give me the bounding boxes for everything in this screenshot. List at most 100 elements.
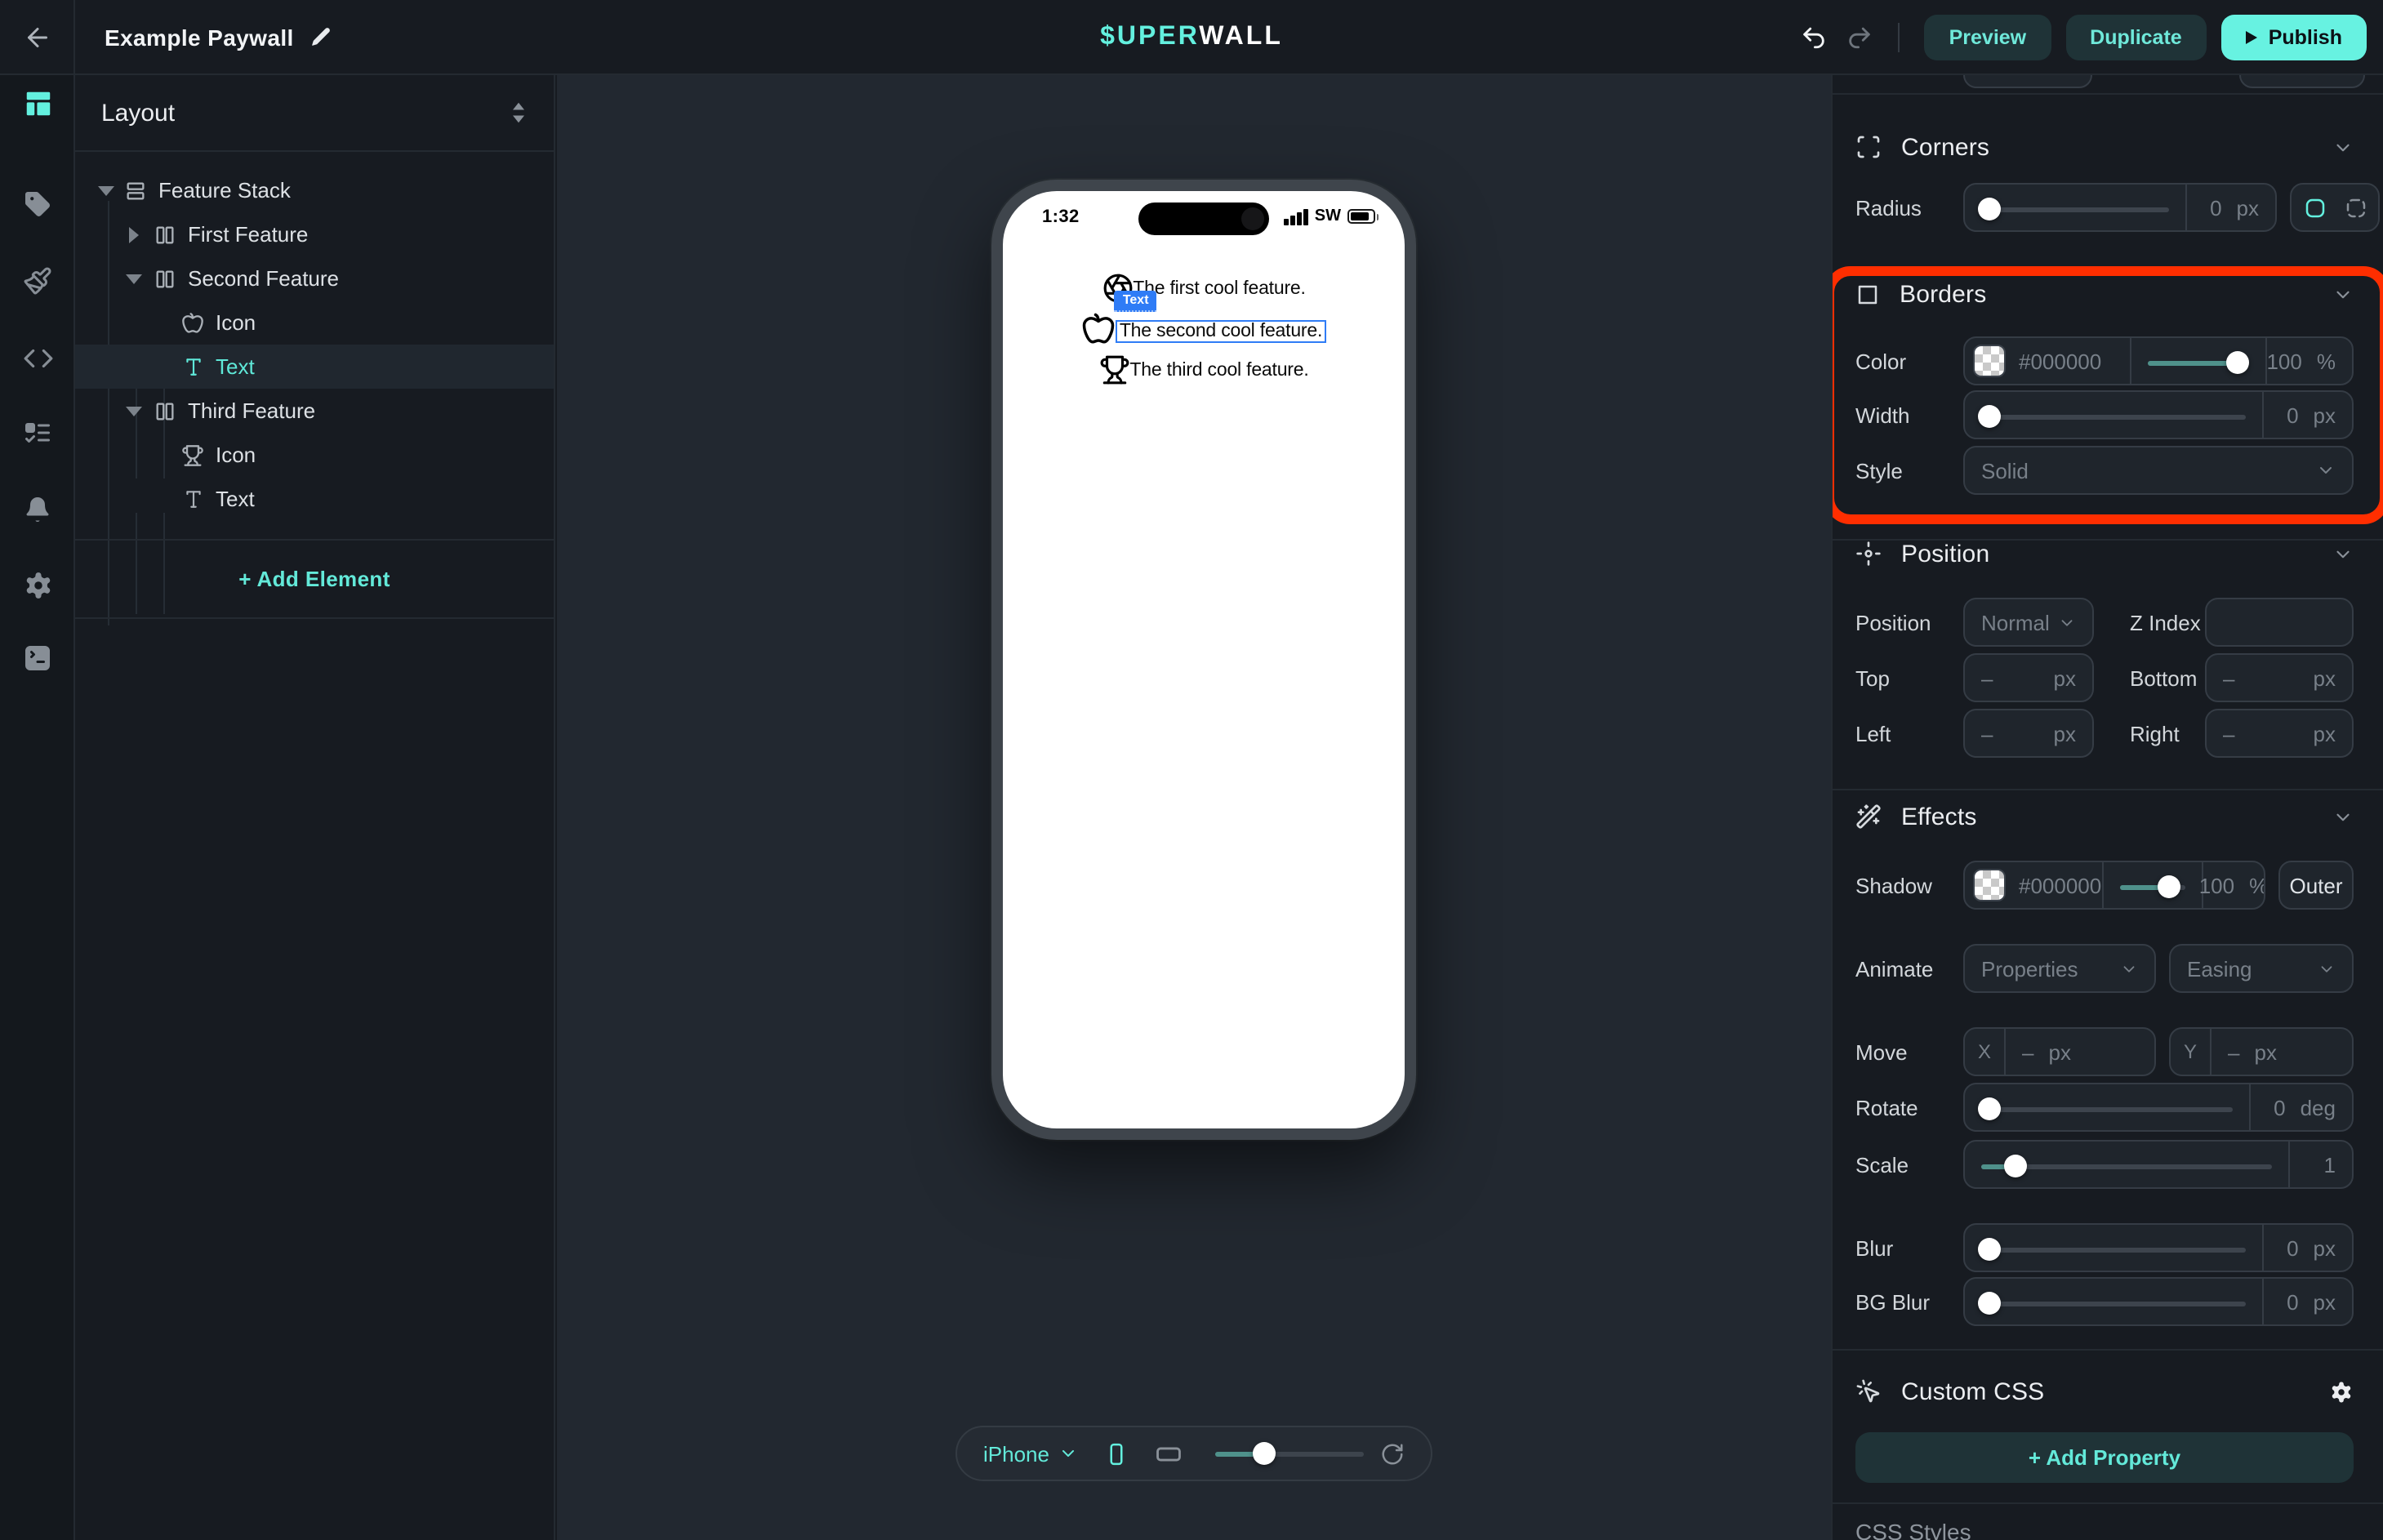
paywall-screen[interactable]: 1:32 SW The first c	[1003, 191, 1405, 1128]
shadow-mode-button[interactable]: Outer	[2278, 861, 2354, 910]
rotate-input[interactable]: 0 deg	[1963, 1083, 2354, 1132]
top-input[interactable]: – px	[1963, 653, 2094, 702]
bg-blur-input[interactable]: 0 px	[1963, 1277, 2354, 1326]
bg-blur-slider-thumb[interactable]	[1978, 1292, 2001, 1315]
tree-row-first-feature[interactable]: First Feature	[75, 212, 554, 256]
bg-blur-slider[interactable]	[1965, 1279, 2262, 1324]
tree-row-feature-stack[interactable]: Feature Stack	[75, 168, 554, 212]
caret-down-icon[interactable]	[126, 406, 142, 416]
animate-properties-select[interactable]: Properties	[1963, 944, 2156, 993]
blur-slider[interactable]	[1965, 1225, 2262, 1271]
superwall-logo: $UPERWALL	[1100, 22, 1283, 51]
individual-corners-icon[interactable]	[2343, 195, 2367, 220]
publish-button[interactable]: Publish	[2221, 14, 2367, 60]
sidebar-item-settings[interactable]	[0, 560, 75, 609]
feature-row-2[interactable]: Text The second cool feature.	[1082, 312, 1325, 346]
tree-row-icon-apple[interactable]: Icon	[75, 300, 554, 345]
sidebar-item-products[interactable]	[0, 180, 75, 229]
left-input[interactable]: – px	[1963, 709, 2094, 758]
sidebar-item-layout[interactable]	[0, 78, 75, 127]
duplicate-button[interactable]: Duplicate	[2065, 14, 2207, 60]
clipped-input	[1963, 75, 2092, 88]
sidebar-item-console[interactable]	[0, 634, 75, 683]
borders-section-header[interactable]: Borders	[1855, 273, 2354, 315]
border-width-slider[interactable]	[1965, 392, 2262, 438]
magic-wand-icon	[1855, 803, 1882, 830]
sidebar-item-theme[interactable]	[0, 256, 75, 305]
border-style-select[interactable]: Solid	[1963, 446, 2354, 495]
custom-css-section-header[interactable]: Custom CSS	[1855, 1370, 2354, 1413]
scale-slider[interactable]	[1965, 1142, 2288, 1187]
all-corners-icon[interactable]	[2302, 195, 2327, 220]
opacity-slider-thumb[interactable]	[2157, 875, 2180, 898]
status-right: SW	[1285, 207, 1375, 225]
tree-row-third-feature[interactable]: Third Feature	[75, 389, 554, 433]
chevron-down-icon[interactable]	[2332, 806, 2354, 827]
move-x-input[interactable]: X – px	[1963, 1027, 2156, 1076]
caret-down-icon[interactable]	[98, 185, 114, 195]
gear-icon	[22, 569, 53, 600]
width-slider-thumb[interactable]	[1978, 405, 2001, 428]
edit-title-icon[interactable]	[310, 26, 332, 47]
border-width-input[interactable]: 0 px	[1963, 390, 2354, 439]
device-toolbar: iPhone	[955, 1426, 1432, 1481]
zoom-slider[interactable]	[1216, 1442, 1364, 1465]
landscape-orientation-button[interactable]	[1156, 1440, 1183, 1467]
bottom-input[interactable]: – px	[2205, 653, 2354, 702]
blur-row: Blur 0 px	[1855, 1223, 2354, 1272]
shadow-color-input[interactable]: #000000 100 %	[1963, 861, 2265, 910]
position-section-header[interactable]: Position	[1855, 532, 2354, 575]
shadow-opacity-slider[interactable]	[2103, 862, 2201, 908]
chevron-down-icon[interactable]	[2332, 136, 2354, 158]
tree-row-icon-trophy[interactable]: Icon	[75, 433, 554, 477]
opacity-slider-thumb[interactable]	[2226, 351, 2249, 374]
zoom-slider-thumb[interactable]	[1254, 1442, 1276, 1465]
radius-slider-thumb[interactable]	[1978, 198, 2001, 220]
color-swatch[interactable]	[1973, 345, 2006, 377]
caret-down-icon[interactable]	[126, 274, 142, 283]
redo-button[interactable]	[1846, 23, 1874, 51]
sort-arrows-icon[interactable]	[510, 101, 528, 124]
blur-input[interactable]: 0 px	[1963, 1223, 2354, 1272]
sidebar-item-checklist[interactable]	[0, 408, 75, 457]
radius-input[interactable]: 0 px	[1963, 183, 2277, 232]
custom-css-settings-icon[interactable]	[2329, 1379, 2354, 1404]
undo-button[interactable]	[1801, 23, 1828, 51]
tree-row-text-selected[interactable]: Text	[75, 345, 554, 389]
trophy-icon	[181, 443, 204, 466]
effects-section-header[interactable]: Effects	[1855, 795, 2354, 838]
add-element-button[interactable]: + Add Element	[238, 567, 390, 591]
move-y-input[interactable]: Y – px	[2169, 1027, 2354, 1076]
add-property-button[interactable]: + Add Property	[1855, 1432, 2354, 1483]
tree-row-text[interactable]: Text	[75, 477, 554, 521]
border-color-input[interactable]: #000000 100 %	[1963, 336, 2354, 385]
rotate-slider[interactable]	[1965, 1084, 2249, 1130]
chevron-down-icon[interactable]	[2332, 283, 2354, 305]
device-select[interactable]: iPhone	[983, 1441, 1049, 1466]
scale-input[interactable]: 1	[1963, 1140, 2354, 1189]
right-input[interactable]: – px	[2205, 709, 2354, 758]
canvas: 1:32 SW The first c	[557, 75, 1831, 1540]
portrait-orientation-button[interactable]	[1105, 1441, 1129, 1466]
zindex-input[interactable]	[2205, 598, 2354, 647]
color-swatch[interactable]	[1973, 869, 2006, 901]
tree-row-second-feature[interactable]: Second Feature	[75, 256, 554, 300]
corners-section-header[interactable]: Corners	[1855, 126, 2354, 168]
rotate-slider-thumb[interactable]	[1978, 1097, 2001, 1120]
back-button[interactable]	[0, 0, 75, 74]
selected-text-element[interactable]: Text The second cool feature.	[1116, 314, 1325, 344]
chevron-down-icon[interactable]	[2332, 543, 2354, 564]
animate-easing-select[interactable]: Easing	[2169, 944, 2354, 993]
refresh-icon[interactable]	[1380, 1441, 1405, 1466]
radius-slider[interactable]	[1965, 185, 2185, 230]
sidebar-item-code[interactable]	[0, 333, 75, 382]
caret-right-icon[interactable]	[129, 226, 139, 243]
feature-row-3[interactable]: The third cool feature.	[1098, 354, 1308, 385]
preview-button[interactable]: Preview	[1925, 14, 2051, 60]
border-opacity-slider[interactable]	[2131, 338, 2265, 384]
scale-slider-thumb[interactable]	[2004, 1155, 2027, 1177]
blur-slider-thumb[interactable]	[1978, 1238, 2001, 1261]
chevron-down-icon[interactable]	[1059, 1444, 1079, 1463]
position-mode-select[interactable]: Normal	[1963, 598, 2094, 647]
sidebar-item-notifications[interactable]	[0, 485, 75, 534]
